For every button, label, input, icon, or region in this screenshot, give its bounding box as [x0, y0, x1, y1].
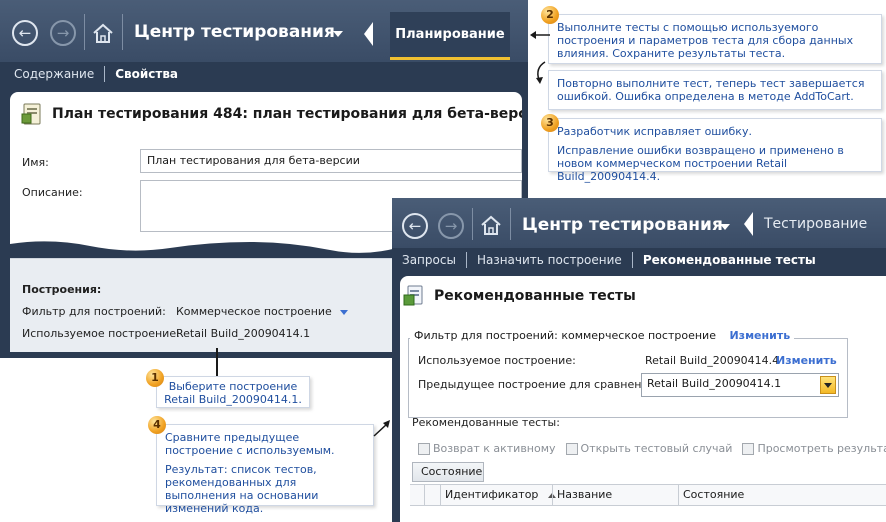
- tab-properties[interactable]: Свойства: [105, 67, 188, 81]
- previous-build-label: Предыдущее построение для сравнения:: [418, 378, 659, 391]
- recommended-label: Рекомендованные тесты:: [412, 416, 560, 429]
- forward-arrow-icon[interactable]: →: [50, 20, 76, 46]
- view-results-button[interactable]: Просмотреть результаты: [742, 442, 886, 455]
- hub-selector-arrow-icon: [364, 22, 373, 46]
- separator: [510, 208, 511, 240]
- planning-header: ← → Центр тестирования Планирование: [0, 0, 528, 62]
- step-badge-2: 2: [541, 6, 559, 24]
- chevron-down-icon[interactable]: [720, 224, 730, 230]
- test-plan-icon: [21, 103, 41, 125]
- tab-assign-build[interactable]: Назначить построение: [467, 253, 632, 267]
- step-badge-4: 4: [148, 416, 166, 434]
- home-icon[interactable]: [92, 22, 114, 44]
- description-label: Описание:: [22, 186, 83, 199]
- tab-queries[interactable]: Запросы: [392, 253, 466, 267]
- callout-3-text-2: Исправление ошибки возвращено и применен…: [557, 144, 844, 183]
- curved-arrow-icon: [536, 61, 546, 84]
- callout-1-text: Выберите построение Retail Build_2009041…: [164, 380, 302, 406]
- callout-4-text-1: Сравните предыдущее построение с использ…: [165, 431, 335, 457]
- testing-window: ← → Центр тестирования Тестирование Запр…: [392, 198, 886, 522]
- reset-to-active-label: Возврат к активному: [433, 442, 556, 455]
- build-filter-value: Коммерческое построение: [176, 305, 332, 318]
- build-filter-label: Фильтр для построений:: [22, 305, 166, 318]
- step-badge-3: 3: [541, 114, 559, 132]
- open-test-case-label: Открыть тестовый случай: [580, 442, 733, 455]
- tab-recommended-tests[interactable]: Рекомендованные тесты: [633, 253, 826, 267]
- separator: [122, 14, 123, 50]
- build-in-use-label: Используемое построение:: [418, 354, 576, 367]
- name-field[interactable]: План тестирования для бета-версии: [140, 149, 522, 173]
- build-filter-dropdown[interactable]: Коммерческое построение: [176, 305, 348, 318]
- page-title: Рекомендованные тесты: [434, 288, 636, 304]
- page-title: План тестирования 484: план тестирования…: [52, 106, 522, 122]
- arrow-left-icon: [530, 31, 550, 39]
- chevron-down-icon: [339, 309, 348, 315]
- back-arrow-icon[interactable]: ←: [12, 20, 38, 46]
- plan-title-row: План тестирования 484: план тестирования…: [20, 102, 522, 126]
- recommended-title-row: Рекомендованные тесты: [402, 284, 636, 308]
- home-icon[interactable]: [480, 214, 502, 236]
- callout-2b: Повторно выполните тест, теперь тест зав…: [548, 70, 882, 110]
- callout-2b-text: Повторно выполните тест, теперь тест зав…: [557, 77, 865, 103]
- callout-2-text: Выполните тесты с помощью используемого …: [557, 21, 854, 60]
- connector-line: [216, 348, 218, 378]
- build-in-use-label: Используемое построение:: [22, 327, 180, 340]
- separator: [472, 208, 473, 240]
- hub-testing[interactable]: Тестирование: [764, 216, 867, 232]
- group-by-state-chip[interactable]: Состояние: [412, 462, 484, 482]
- column-title[interactable]: Название: [552, 485, 678, 505]
- change-filter-link[interactable]: Изменить: [729, 329, 790, 342]
- tab-contents[interactable]: Содержание: [4, 67, 104, 81]
- change-build-link[interactable]: Изменить: [776, 354, 837, 367]
- reset-to-active-button[interactable]: Возврат к активному: [418, 442, 556, 455]
- callout-3-text-1: Разработчик исправляет ошибку.: [557, 125, 752, 138]
- recommended-tests-icon: [403, 285, 423, 306]
- chevron-down-icon[interactable]: [333, 31, 343, 37]
- undo-icon: [418, 442, 430, 455]
- callout-4-text-2: Результат: список тестов, рекомендованны…: [165, 463, 319, 515]
- column-state[interactable]: Состояние: [678, 485, 886, 505]
- build-filter-legend-text: Фильтр для построений: коммерческое пост…: [414, 329, 716, 342]
- column-id[interactable]: Идентификатор: [440, 485, 557, 505]
- previous-build-select[interactable]: Retail Build_20090414.1: [641, 373, 839, 397]
- build-filter-legend: Фильтр для построений: коммерческое пост…: [410, 329, 795, 342]
- callout-1: Выберите построение Retail Build_2009041…: [156, 376, 310, 408]
- callout-2: Выполните тесты с помощью используемого …: [548, 14, 882, 64]
- results-grid-header: Идентификатор Название Состояние: [410, 484, 886, 506]
- planning-subnav: Содержание Свойства: [4, 62, 188, 86]
- hub-planning[interactable]: Планирование: [390, 12, 510, 60]
- build-in-use-value: Retail Build_20090414.4: [645, 354, 780, 367]
- name-label: Имя:: [22, 156, 49, 169]
- callout-4: Сравните предыдущее построение с использ…: [156, 424, 374, 515]
- previous-build-value: Retail Build_20090414.1: [647, 377, 782, 390]
- step-badge-1: 1: [146, 369, 164, 387]
- open-test-case-button[interactable]: Открыть тестовый случай: [565, 442, 733, 455]
- back-arrow-icon[interactable]: ←: [402, 213, 428, 239]
- hub-title[interactable]: Центр тестирования: [522, 215, 723, 235]
- results-icon: [742, 442, 755, 455]
- hub-selector-arrow-icon: [744, 212, 753, 236]
- document-icon: [565, 442, 578, 455]
- chevron-down-icon[interactable]: [820, 376, 836, 394]
- grid-select-column[interactable]: [424, 485, 440, 505]
- builds-heading: Построения:: [22, 283, 102, 296]
- callout-3: Разработчик исправляет ошибку. Исправлен…: [548, 118, 882, 183]
- arrow-up-right-icon: [373, 420, 390, 437]
- testing-header: ← → Центр тестирования Тестирование: [392, 198, 886, 248]
- column-id-label: Идентификатор: [445, 488, 539, 501]
- build-in-use-value: Retail Build_20090414.1: [176, 327, 311, 340]
- results-toolbar: Возврат к активному Открыть тестовый слу…: [418, 442, 886, 455]
- testing-subnav: Запросы Назначить построение Рекомендова…: [392, 248, 826, 272]
- hub-title[interactable]: Центр тестирования: [134, 22, 335, 42]
- forward-arrow-icon[interactable]: →: [438, 213, 464, 239]
- view-results-label: Просмотреть результаты: [757, 442, 886, 455]
- separator: [84, 14, 85, 50]
